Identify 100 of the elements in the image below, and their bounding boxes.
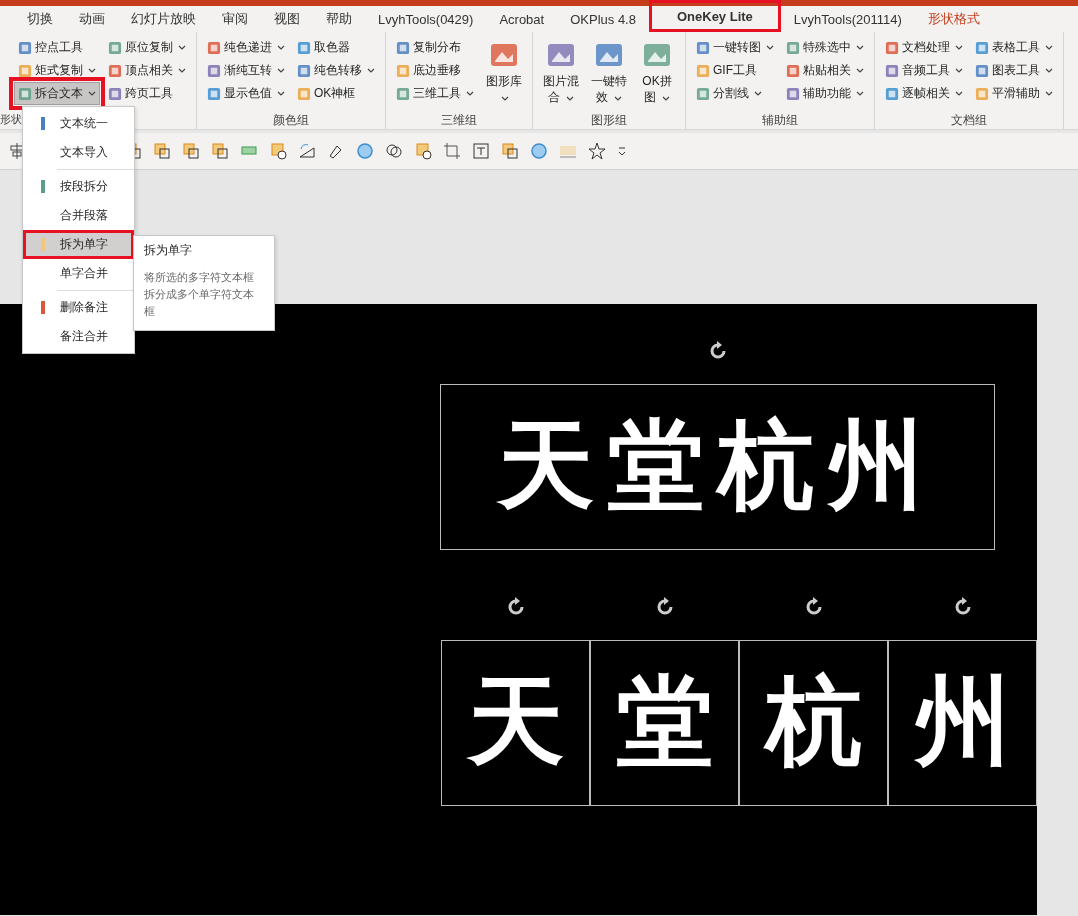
tool-icon (885, 63, 899, 78)
ribbon-button[interactable]: 纯色递进 (203, 36, 289, 59)
menu-item[interactable]: 合并段落 (23, 201, 134, 230)
ribbon-button[interactable]: 跨页工具 (104, 82, 190, 105)
ribbon-button[interactable]: 顶点相关 (104, 59, 190, 82)
text-box[interactable]: 天 (441, 640, 590, 806)
text-box[interactable]: 杭 (739, 640, 888, 806)
ribbon-button[interactable]: 控点工具 (14, 36, 100, 59)
caret-icon (277, 45, 285, 50)
menu-item[interactable]: 按段拆分 (23, 172, 134, 201)
ribbon-button[interactable]: 音频工具 (881, 59, 967, 82)
ribbon-button[interactable]: 特殊选中 (782, 36, 868, 59)
group-label: 辅助组 (761, 112, 799, 129)
ribbon-button[interactable]: GIF工具 (692, 59, 778, 82)
ribbon-button[interactable]: 文档处理 (881, 36, 967, 59)
triangle-icon[interactable] (298, 142, 316, 160)
menu-item[interactable]: 拆为单字 (23, 230, 134, 259)
ribbon-button[interactable]: 显示色值 (203, 82, 289, 105)
ribbon-button[interactable]: 表格工具 (971, 36, 1057, 59)
shape-icon[interactable] (269, 142, 287, 160)
menu-item[interactable]: 文本统一 (23, 109, 134, 138)
ribbon-button[interactable]: 底边垂移 (392, 59, 478, 82)
ribbon-large-button[interactable]: 图片混合 (539, 36, 583, 111)
ribbon-tab[interactable]: OKPlus 4.8 (557, 6, 649, 32)
ribbon-button[interactable]: 粘贴相关 (782, 59, 868, 82)
ribbon-tab[interactable]: LvyhTools(201114) (780, 6, 915, 32)
text-box[interactable]: 州 (888, 640, 1037, 806)
star-icon[interactable] (588, 142, 606, 160)
tooltip-description: 将所选的多字符文本框拆分成多个单字符文本框 (144, 270, 255, 319)
ribbon-button[interactable]: 渐纯互转 (203, 59, 289, 82)
tool-icon (975, 63, 989, 78)
caret-icon (1045, 91, 1053, 96)
ribbon-button[interactable]: 逐帧相关 (881, 82, 967, 105)
ribbon-tab[interactable]: 审阅 (209, 6, 261, 32)
tool-icon (396, 40, 410, 55)
tooltip-title: 拆为单字 (144, 242, 193, 259)
tool-icon (108, 40, 122, 55)
ribbon-button[interactable]: OK神框 (293, 82, 379, 105)
circle-icon[interactable] (530, 142, 548, 160)
ribbon-button[interactable]: 三维工具 (392, 82, 478, 105)
tool-icon (18, 86, 32, 101)
group-label: 颜色组 (272, 112, 310, 129)
tool-icon (696, 63, 710, 78)
ribbon-button[interactable]: 分割线 (692, 82, 778, 105)
menu-item[interactable]: 备注合并 (23, 322, 134, 351)
squares-icon[interactable] (153, 142, 171, 160)
ribbon-button[interactable]: 一键转图 (692, 36, 778, 59)
tool-icon (207, 86, 221, 101)
ribbon-tab[interactable]: 视图 (261, 6, 313, 32)
menu-item[interactable]: 文本导入 (23, 138, 134, 167)
squares-icon[interactable] (501, 142, 519, 160)
tool-icon (18, 40, 32, 55)
squares-icon[interactable] (182, 142, 200, 160)
ribbon-tab[interactable]: 幻灯片放映 (118, 6, 209, 32)
squares-icon[interactable] (211, 142, 229, 160)
tool-icon (297, 86, 311, 101)
caret-icon (613, 96, 622, 101)
tool-icon (885, 86, 899, 101)
frame-icon[interactable] (472, 142, 490, 160)
caret-icon (1045, 45, 1053, 50)
menu-item[interactable]: 删除备注 (23, 293, 134, 322)
caret-icon (955, 45, 963, 50)
shape-icon[interactable] (414, 142, 432, 160)
ribbon-button[interactable]: 原位复制 (104, 36, 190, 59)
ribbon-tab[interactable]: 切换 (14, 6, 66, 32)
text-box[interactable]: 天堂杭州 (440, 384, 995, 550)
tool-icon (396, 86, 410, 101)
ribbon-tab[interactable]: 形状格式 (914, 6, 993, 32)
caret-icon (856, 45, 864, 50)
ribbon-tab[interactable]: OneKey Lite (648, 0, 781, 32)
tool-icon (396, 63, 410, 78)
menu-item[interactable]: 单字合并 (23, 259, 134, 288)
tool-icon (297, 40, 311, 55)
ribbon-tab[interactable]: 动画 (66, 6, 118, 32)
ribbon-button[interactable]: 取色器 (293, 36, 379, 59)
ribbon-tab[interactable]: Acrobat (486, 6, 558, 32)
tool-icon (786, 86, 800, 101)
ribbon-button[interactable]: 复制分布 (392, 36, 478, 59)
ribbon-button[interactable]: 纯色转移 (293, 59, 379, 82)
caret-icon (754, 91, 762, 96)
tool-icon (18, 63, 32, 78)
ribbon-large-button[interactable]: 一键特效 (587, 36, 631, 111)
crop-icon[interactable] (443, 142, 461, 160)
caret-icon (277, 91, 285, 96)
ribbon-button[interactable]: 图表工具 (971, 59, 1057, 82)
ribbon-button[interactable]: 平滑辅助 (971, 82, 1057, 105)
caret-icon (501, 96, 509, 101)
text-box[interactable]: 堂 (590, 640, 739, 806)
ribbon-button[interactable]: 辅助功能 (782, 82, 868, 105)
caret-icon (661, 96, 670, 101)
ribbon-large-button[interactable]: 图形库 (482, 36, 526, 111)
caret-icon (367, 68, 375, 73)
ribbon-tab[interactable]: LvyhTools(0429) (365, 6, 487, 32)
circle-icon[interactable] (356, 142, 374, 160)
caret-icon (1045, 68, 1053, 73)
group-label: 形状 (0, 112, 22, 127)
tool-icon (975, 86, 989, 101)
ribbon-tab[interactable]: 帮助 (313, 6, 365, 32)
ribbon-large-button[interactable]: OK拼图 (635, 36, 679, 111)
rings-icon[interactable] (385, 142, 403, 160)
